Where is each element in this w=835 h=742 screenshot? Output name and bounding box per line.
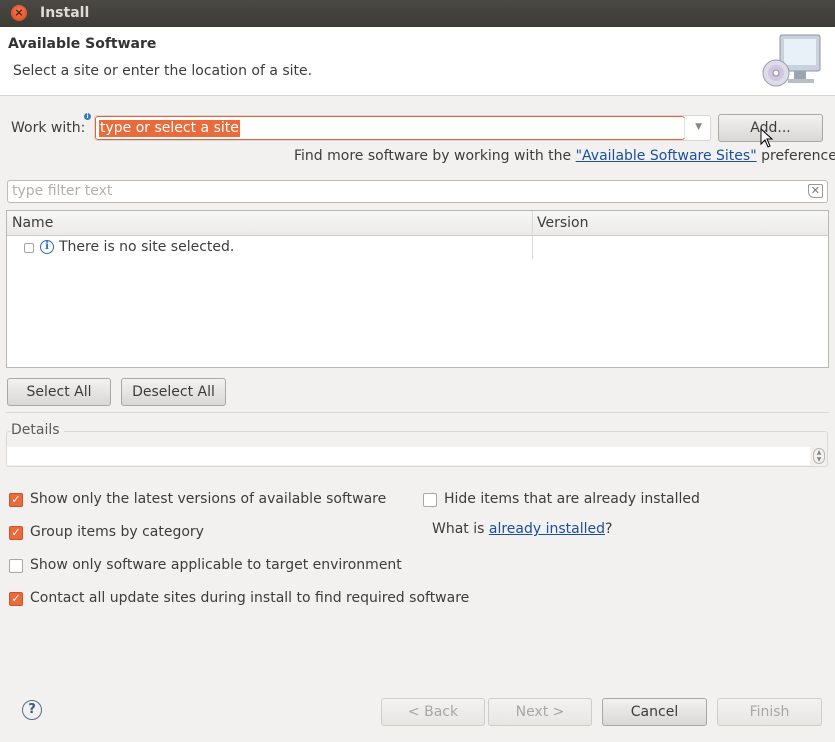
hide-installed-label[interactable]: Hide items that are already installed bbox=[444, 491, 700, 507]
page-title: Available Software bbox=[8, 36, 157, 52]
window-title: Install bbox=[40, 5, 90, 21]
work-with-selected-text: type or select a site bbox=[99, 120, 240, 137]
details-text-area[interactable] bbox=[7, 447, 810, 465]
filter-input[interactable]: type filter text ✕ bbox=[7, 180, 828, 203]
group-by-category-checkbox[interactable]: ✓ bbox=[9, 526, 23, 540]
back-button[interactable]: < Back bbox=[381, 698, 485, 726]
chevron-down-icon[interactable]: ▼ bbox=[695, 122, 702, 132]
hide-installed-checkbox[interactable] bbox=[423, 493, 437, 507]
column-separator[interactable] bbox=[532, 211, 533, 259]
info-icon: i bbox=[40, 240, 54, 254]
available-software-sites-link[interactable]: "Available Software Sites" bbox=[576, 148, 757, 164]
contact-sites-checkbox[interactable]: ✓ bbox=[9, 592, 23, 606]
deselect-all-button[interactable]: Deselect All bbox=[121, 378, 226, 406]
already-installed-link[interactable]: already installed bbox=[489, 521, 605, 537]
cancel-button[interactable]: Cancel bbox=[602, 698, 707, 726]
mouse-pointer-icon bbox=[760, 128, 774, 148]
target-env-checkbox[interactable] bbox=[9, 559, 23, 573]
clear-filter-icon[interactable]: ✕ bbox=[807, 184, 823, 198]
help-icon[interactable]: ? bbox=[22, 700, 42, 720]
group-by-category-label[interactable]: Group items by category bbox=[30, 524, 204, 540]
latest-versions-label[interactable]: Show only the latest versions of availab… bbox=[30, 491, 386, 507]
details-scroll-spinner[interactable]: ▲ ▼ bbox=[813, 448, 825, 464]
info-decoration-icon: i bbox=[84, 113, 91, 120]
divider bbox=[6, 412, 829, 413]
find-more-suffix: preferences. bbox=[761, 148, 835, 164]
row-name: There is no site selected. bbox=[59, 239, 235, 255]
details-label: Details bbox=[11, 422, 64, 438]
finish-button[interactable]: Finish bbox=[717, 698, 822, 726]
close-window-button[interactable]: × bbox=[11, 5, 27, 21]
select-all-button[interactable]: Select All bbox=[7, 378, 111, 406]
work-with-label: Work with: bbox=[11, 120, 86, 136]
find-more-prefix: Find more software by working with the bbox=[294, 148, 576, 164]
title-bar: × Install bbox=[0, 0, 835, 27]
target-env-label[interactable]: Show only software applicable to target … bbox=[30, 557, 402, 573]
combo-separator bbox=[684, 118, 685, 138]
install-software-monitor-cd-icon bbox=[762, 34, 821, 87]
table-header: Name Version bbox=[7, 211, 828, 236]
column-header-name[interactable]: Name bbox=[12, 215, 53, 231]
next-button[interactable]: Next > bbox=[488, 698, 592, 726]
column-header-version[interactable]: Version bbox=[537, 215, 588, 231]
page-description: Select a site or enter the location of a… bbox=[13, 63, 313, 79]
find-more-text: Find more software by working with the "… bbox=[294, 148, 835, 164]
what-is-prefix: What is bbox=[432, 521, 489, 537]
work-with-combo[interactable]: type or select a site ▼ bbox=[94, 115, 711, 141]
latest-versions-checkbox[interactable]: ✓ bbox=[9, 493, 23, 507]
what-is-installed-text: What is already installed? bbox=[432, 521, 612, 537]
work-with-input[interactable]: type or select a site bbox=[95, 116, 685, 140]
row-checkbox[interactable] bbox=[24, 243, 34, 253]
contact-sites-label[interactable]: Contact all update sites during install … bbox=[30, 590, 469, 606]
filter-placeholder: type filter text bbox=[12, 183, 113, 199]
what-is-suffix: ? bbox=[605, 521, 613, 537]
wizard-header: Available Software Select a site or ente… bbox=[0, 27, 835, 96]
software-table[interactable]: Name Version i There is no site selected… bbox=[6, 210, 829, 368]
